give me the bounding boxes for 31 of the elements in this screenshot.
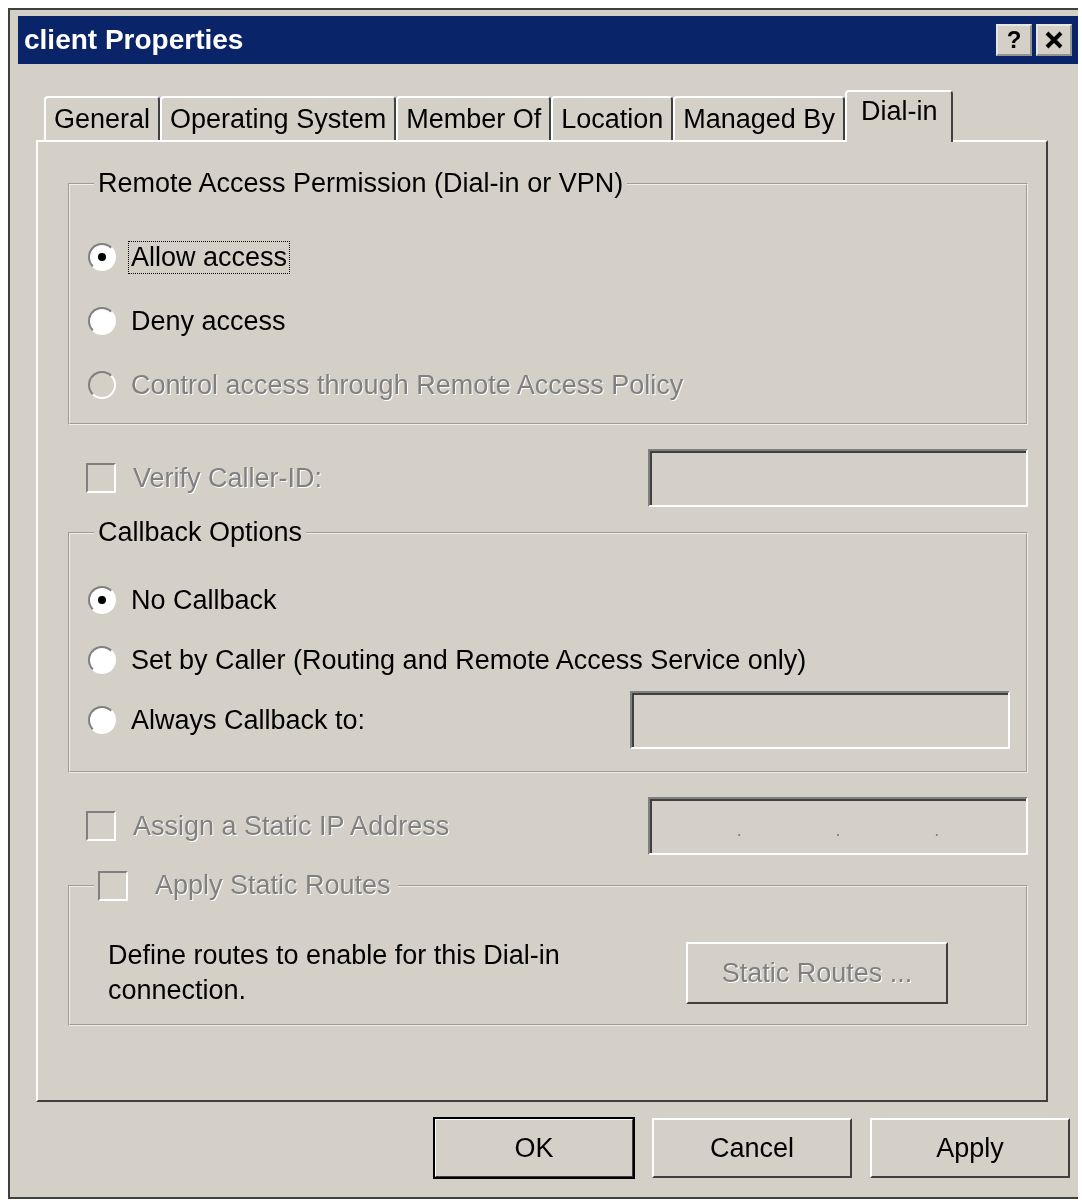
radio-label[interactable]: Always Callback to: (128, 703, 369, 737)
radio-label[interactable]: Set by Caller (Routing and Remote Access Service only) (128, 643, 810, 677)
group-title: Callback Options (97, 517, 304, 548)
tab[interactable]: General (44, 96, 161, 140)
ip-separator: . (736, 820, 742, 841)
tab[interactable]: Location (551, 96, 674, 140)
tab[interactable]: Member Of (396, 96, 552, 140)
radio-label[interactable]: Deny access (128, 304, 289, 338)
dialog-button[interactable]: Cancel (652, 1118, 852, 1178)
ip-separator: . (934, 820, 940, 841)
group-title: Remote Access Permission (Dial-in or VPN) (97, 168, 625, 199)
caller-id-field[interactable] (648, 449, 1028, 507)
description-text: Define routes to enable for this Dial-in connection. (108, 939, 561, 1007)
close-button[interactable] (1036, 24, 1072, 56)
radio-button[interactable] (88, 243, 116, 271)
radio-button[interactable] (88, 307, 116, 335)
radio-button[interactable] (88, 646, 116, 674)
radio-button[interactable] (88, 586, 116, 614)
tab[interactable]: Operating System (160, 96, 397, 140)
radio-label[interactable]: Allow access (128, 240, 291, 274)
tab[interactable]: Dial-in (844, 90, 954, 142)
radio-button[interactable] (88, 706, 116, 734)
close-icon (1044, 31, 1064, 49)
radio-label[interactable]: No Callback (128, 583, 280, 617)
help-button[interactable]: ? (996, 24, 1032, 56)
tab[interactable]: Managed By (673, 96, 845, 140)
ip-separator: . (835, 820, 841, 841)
dialog-button[interactable]: OK (434, 1118, 634, 1178)
callback-number-field[interactable] (630, 691, 1010, 749)
dialog-button[interactable]: Apply (870, 1118, 1070, 1178)
window-title: client Properties (24, 24, 245, 56)
